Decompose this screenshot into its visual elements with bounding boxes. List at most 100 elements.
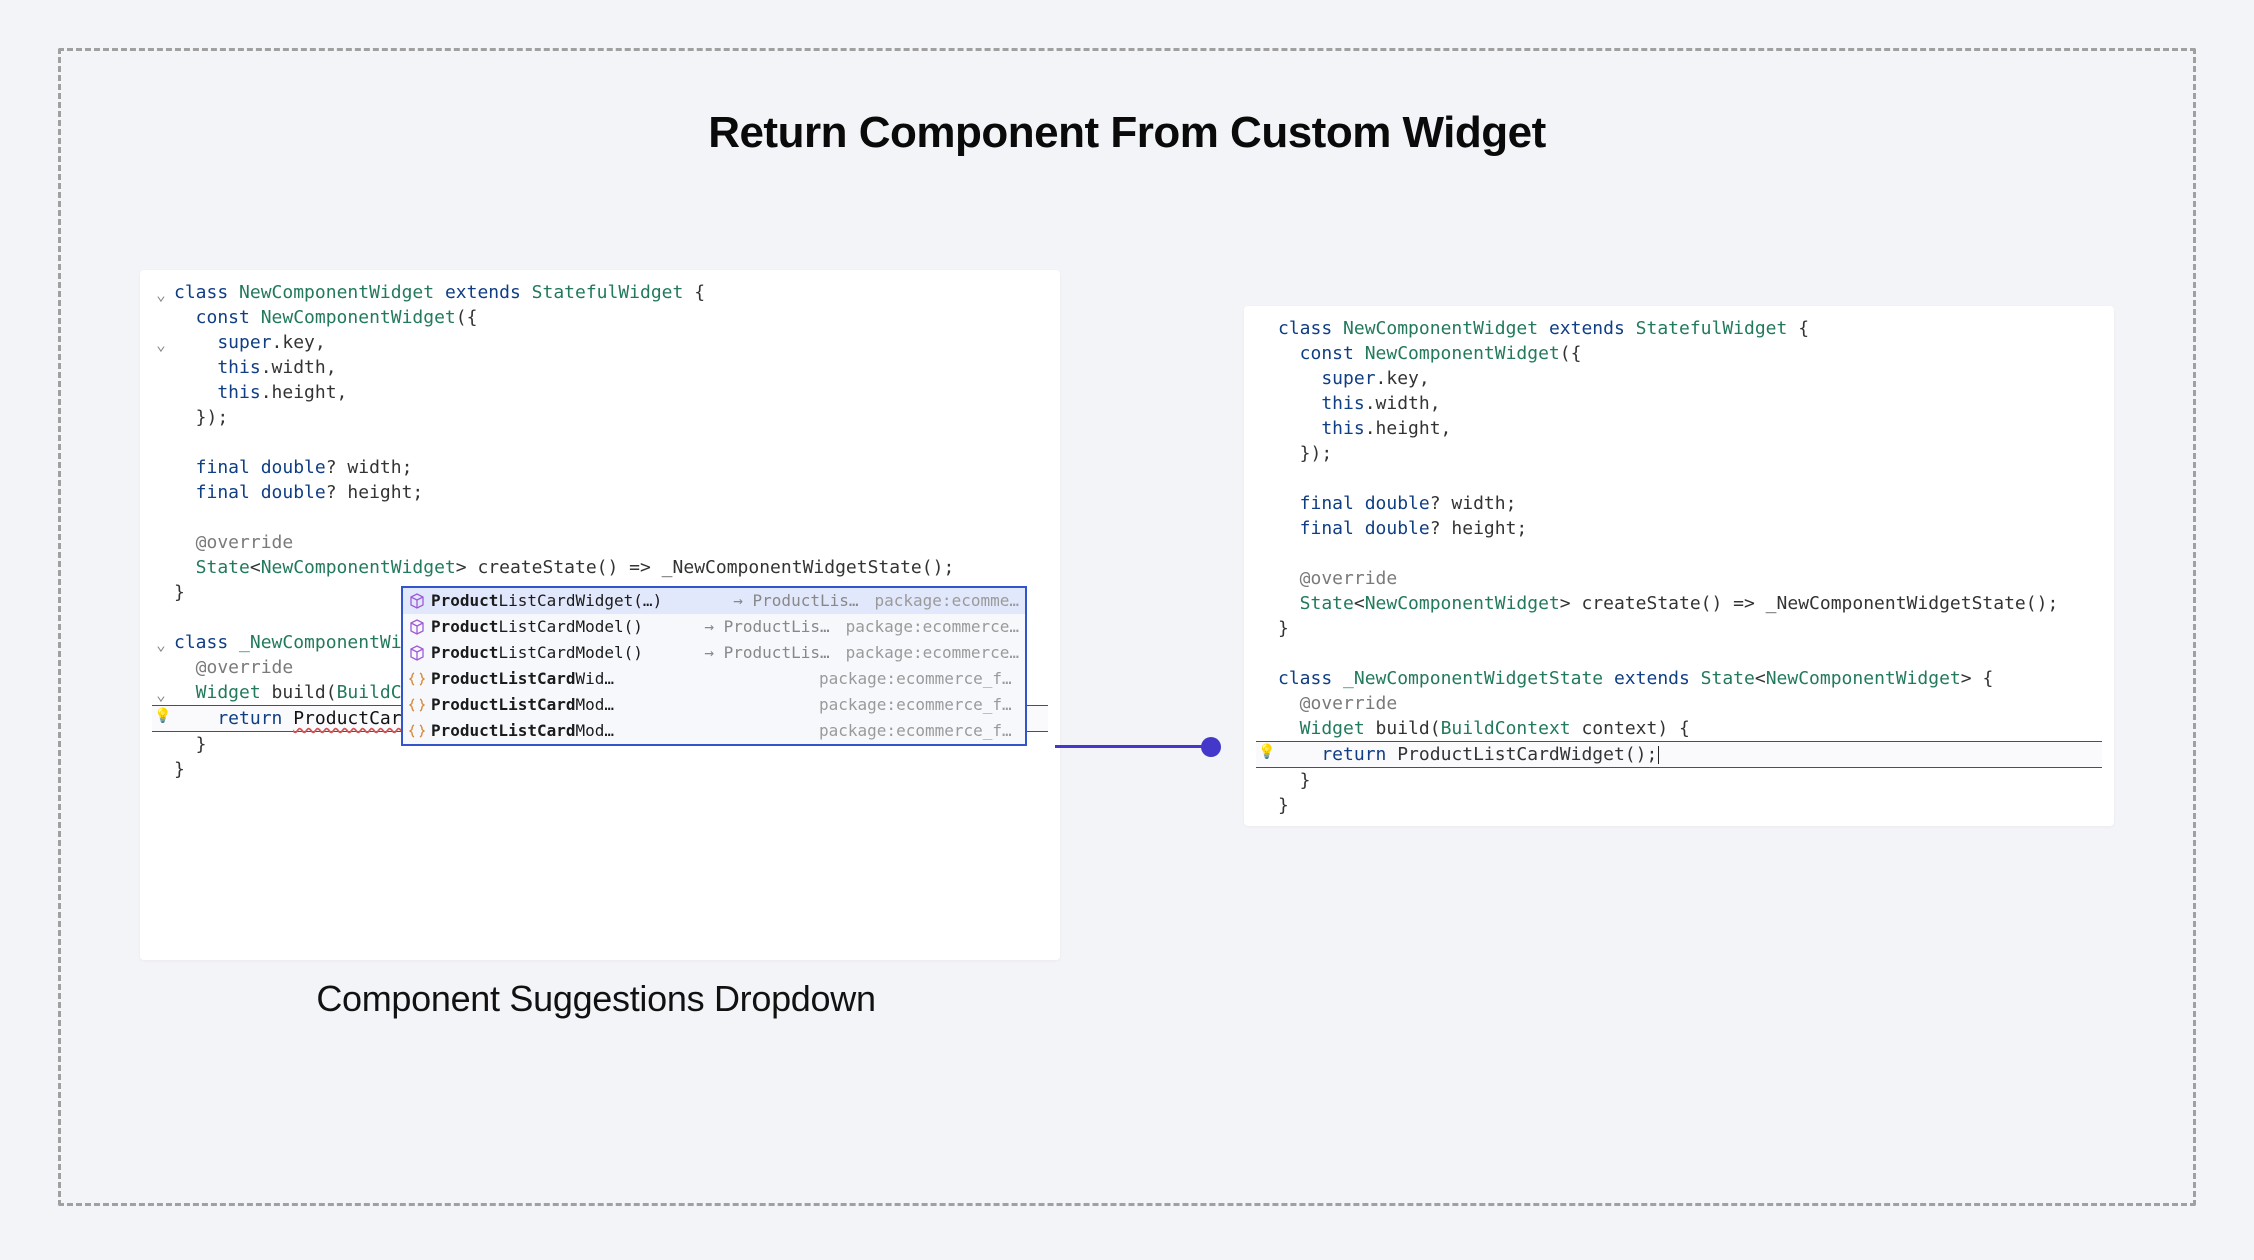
code-text: State<NewComponentWidget> createState() …: [1278, 593, 2058, 614]
file-icon: [409, 697, 425, 713]
code-line: class NewComponentWidget extends Statefu…: [1256, 316, 2102, 341]
suggestion-package: package:ecommerce…: [846, 640, 1019, 666]
class-icon: [409, 593, 425, 609]
suggestions-dropdown[interactable]: ProductListCardWidget(…)→ ProductLis…pac…: [401, 586, 1027, 746]
code-text: final double? width;: [174, 457, 412, 478]
text-cursor: [1658, 746, 1659, 764]
code-line: final double? height;: [1256, 516, 2102, 541]
code-line: final double? width;: [152, 455, 1048, 480]
file-icon: [409, 671, 425, 687]
panels-wrap: ⌄class NewComponentWidget extends Statef…: [140, 270, 2114, 1010]
code-text: Widget build(BuildContext context) {: [1278, 718, 1690, 739]
code-line: const NewComponentWidget({: [152, 305, 1048, 330]
lightbulb-icon[interactable]: 💡: [154, 709, 168, 723]
code-text: }: [174, 582, 185, 603]
code-line: 💡 return ProductListCardWidget();: [1256, 741, 2102, 768]
code-line: final double? width;: [1256, 491, 2102, 516]
code-line: this.height,: [152, 380, 1048, 405]
suggestion-item[interactable]: ProductListCardMod…package:ecommerce_flo…: [403, 692, 1025, 718]
code-line: [1256, 466, 2102, 491]
connector-line: [1055, 745, 1215, 748]
code-text: this.width,: [174, 357, 337, 378]
code-text: class _NewComponentWidgetState extends S…: [1278, 668, 1993, 689]
suggestion-label: ProductListCardWid…: [431, 666, 813, 692]
code-text: final double? height;: [174, 482, 423, 503]
suggestion-label: ProductListCardMod…: [431, 692, 813, 718]
code-line: @override: [1256, 566, 2102, 591]
code-line: @override: [152, 530, 1048, 555]
code-text: [174, 507, 185, 528]
suggestion-return-type: → ProductLis…: [723, 588, 868, 614]
code-line: [1256, 641, 2102, 666]
code-line: this.width,: [1256, 391, 2102, 416]
code-panel-right: class NewComponentWidget extends Statefu…: [1244, 306, 2114, 826]
code-line: class _NewComponentWidgetState extends S…: [1256, 666, 2102, 691]
suggestion-item[interactable]: ProductListCardModel()→ ProductLis…packa…: [403, 614, 1025, 640]
code-text: [1278, 543, 1289, 564]
code-line: @override: [1256, 691, 2102, 716]
code-line: [1256, 541, 2102, 566]
page-title: Return Component From Custom Widget: [0, 108, 2254, 158]
suggestion-label: ProductListCardModel(): [431, 614, 688, 640]
lightbulb-icon[interactable]: 💡: [1258, 745, 1272, 759]
code-line: }: [1256, 616, 2102, 641]
code-line: Widget build(BuildContext context) {: [1256, 716, 2102, 741]
code-line: });: [152, 405, 1048, 430]
suggestion-item[interactable]: ProductListCardWidget(…)→ ProductLis…pac…: [403, 588, 1025, 614]
code-line: [152, 505, 1048, 530]
code-line: State<NewComponentWidget> createState() …: [1256, 591, 2102, 616]
connector-dot: [1201, 737, 1221, 757]
fold-chevron-icon[interactable]: ⌄: [152, 332, 170, 357]
code-text: [1278, 643, 1289, 664]
code-line: super.key,: [1256, 366, 2102, 391]
code-text: super.key,: [174, 332, 326, 353]
suggestion-package: package:ecommerce_flow/product/product_…: [819, 718, 1019, 744]
code-line: this.width,: [152, 355, 1048, 380]
suggestion-return-type: → ProductLis…: [694, 614, 839, 640]
code-text: }: [1278, 795, 1289, 816]
fold-chevron-icon[interactable]: ⌄: [152, 632, 170, 657]
code-text: @override: [174, 657, 293, 678]
code-line: }: [1256, 793, 2102, 818]
code-text: class NewComponentWidget extends Statefu…: [1278, 318, 1809, 339]
code-text: @override: [1278, 693, 1397, 714]
code-line: ⌄ super.key,: [152, 330, 1048, 355]
fold-chevron-icon[interactable]: ⌄: [152, 282, 170, 307]
code-text: class NewComponentWidget extends Statefu…: [174, 282, 705, 303]
code-text: final double? height;: [1278, 518, 1527, 539]
code-line: this.height,: [1256, 416, 2102, 441]
file-icon: [409, 723, 425, 739]
code-text: }: [174, 734, 207, 755]
code-text: [1278, 468, 1289, 489]
code-line: }: [152, 757, 1048, 782]
suggestion-package: package:ecommerce_flow/product/product…: [819, 666, 1019, 692]
suggestion-item[interactable]: ProductListCardWid…package:ecommerce_flo…: [403, 666, 1025, 692]
code-text: @override: [1278, 568, 1397, 589]
code-text: });: [1278, 443, 1332, 464]
code-line: State<NewComponentWidget> createState() …: [152, 555, 1048, 580]
code-text: }: [174, 759, 185, 780]
code-line: ⌄class NewComponentWidget extends Statef…: [152, 280, 1048, 305]
suggestion-item[interactable]: ProductListCardMod…package:ecommerce_flo…: [403, 718, 1025, 744]
suggestion-package: package:ecommerce_flow/product/product_…: [819, 692, 1019, 718]
code-text: });: [174, 407, 228, 428]
suggestion-label: ProductListCardMod…: [431, 718, 813, 744]
fold-chevron-icon[interactable]: ⌄: [152, 682, 170, 707]
code-text: @override: [174, 532, 293, 553]
code-line: const NewComponentWidget({: [1256, 341, 2102, 366]
code-text: this.width,: [1278, 393, 1441, 414]
code-line: [152, 430, 1048, 455]
code-text: final double? width;: [1278, 493, 1516, 514]
code-text: super.key,: [1278, 368, 1430, 389]
suggestion-label: ProductListCardWidget(…): [431, 588, 717, 614]
suggestion-item[interactable]: ProductListCardModel()→ ProductLis…packa…: [403, 640, 1025, 666]
code-text: State<NewComponentWidget> createState() …: [174, 557, 954, 578]
suggestion-return-type: → ProductLis…: [694, 640, 839, 666]
code-text: [174, 432, 185, 453]
connector-arrow: [1055, 735, 1215, 759]
code-text: const NewComponentWidget({: [1278, 343, 1581, 364]
document-stage: Return Component From Custom Widget ⌄cla…: [0, 0, 2254, 1260]
code-text: this.height,: [1278, 418, 1451, 439]
panel-caption: Component Suggestions Dropdown: [136, 978, 1056, 1020]
code-text: }: [1278, 770, 1311, 791]
